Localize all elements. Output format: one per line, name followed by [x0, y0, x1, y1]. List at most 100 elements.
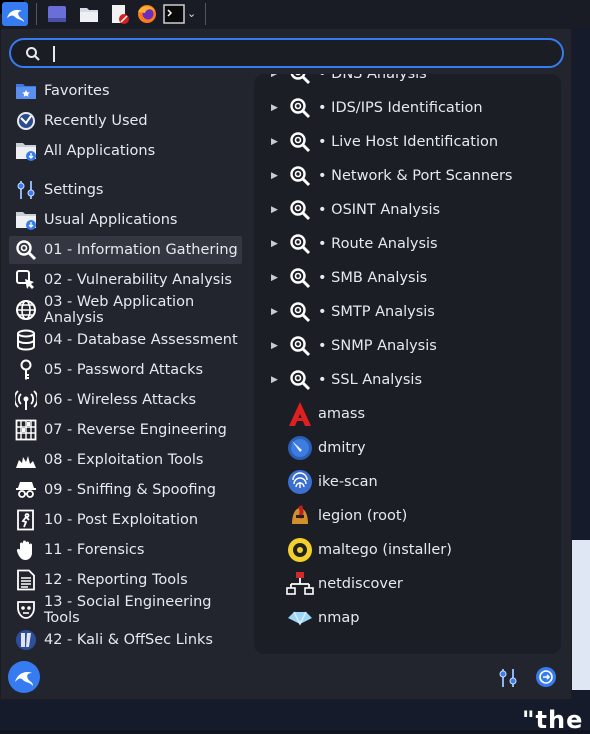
- submenu-network-port-scanners[interactable]: ▶ • Network & Port Scanners: [254, 159, 561, 193]
- app-label: maltego (installer): [318, 542, 452, 558]
- app-label: • Network & Port Scanners: [318, 168, 513, 184]
- app-dmitry[interactable]: dmitry: [254, 431, 561, 465]
- search-input[interactable]: [9, 38, 564, 68]
- expand-arrow-icon[interactable]: ▶: [271, 239, 280, 249]
- category-wireless-attacks[interactable]: 06 - Wireless Attacks: [9, 386, 242, 414]
- expand-arrow-icon[interactable]: ▶: [271, 137, 280, 147]
- submenu-dns-analysis[interactable]: ▶ • DNS Analysis: [254, 74, 561, 91]
- settings-sliders-icon[interactable]: [498, 667, 518, 689]
- submenu-ssl-analysis[interactable]: ▶ • SSL Analysis: [254, 363, 561, 397]
- category-label: 08 - Exploitation Tools: [44, 452, 204, 468]
- submenu-route-analysis[interactable]: ▶ • Route Analysis: [254, 227, 561, 261]
- expand-arrow-icon[interactable]: ▶: [271, 103, 280, 113]
- category-social-engineering-tools[interactable]: 13 - Social Engineering Tools: [9, 594, 242, 626]
- kali-user-icon[interactable]: [8, 661, 40, 693]
- bug-icon: [15, 269, 37, 291]
- star-folder-icon: [15, 80, 37, 102]
- category-web-application-analysis[interactable]: 03 - Web Application Analysis: [9, 294, 242, 326]
- category-recently-used[interactable]: Recently Used: [9, 107, 242, 135]
- category-favorites[interactable]: Favorites: [9, 77, 242, 105]
- category-exploitation-tools[interactable]: 08 - Exploitation Tools: [9, 446, 242, 474]
- settings-sliders-icon: [15, 179, 37, 201]
- app-netdiscover[interactable]: netdiscover: [254, 567, 561, 601]
- submenu-osint-analysis[interactable]: ▶ • OSINT Analysis: [254, 193, 561, 227]
- category-information-gathering[interactable]: 01 - Information Gathering: [9, 236, 242, 264]
- grid-icon: [15, 419, 37, 441]
- magnifier-icon: [286, 74, 314, 88]
- database-icon: [15, 329, 37, 351]
- category-label: Favorites: [44, 83, 110, 99]
- category-vulnerability-analysis[interactable]: 02 - Vulnerability Analysis: [9, 266, 242, 294]
- submenu-live-host-identification[interactable]: ▶ • Live Host Identification: [254, 125, 561, 159]
- show-desktop-icon[interactable]: [46, 3, 68, 25]
- magnifier-icon: [286, 128, 314, 156]
- category-label: 01 - Information Gathering: [44, 242, 238, 258]
- category-label: Settings: [44, 182, 104, 198]
- file-manager-icon[interactable]: [78, 3, 100, 25]
- expand-arrow-icon[interactable]: ▶: [271, 74, 280, 79]
- globe-icon: [15, 299, 37, 321]
- wallpaper-shape: [570, 540, 590, 690]
- magnifier-icon: [286, 298, 314, 326]
- kali-menu-button[interactable]: [2, 2, 28, 26]
- category-post-exploitation[interactable]: 10 - Post Exploitation: [9, 506, 242, 534]
- network-icon: [286, 570, 314, 598]
- helmet-icon: [286, 502, 314, 530]
- expand-arrow-icon[interactable]: ▶: [271, 375, 280, 385]
- magnifier-icon: [286, 332, 314, 360]
- category-settings[interactable]: Settings: [9, 176, 242, 204]
- category-reverse-engineering[interactable]: 07 - Reverse Engineering: [9, 416, 242, 444]
- magnifier-icon: [286, 366, 314, 394]
- door-icon: [15, 509, 37, 531]
- category-label: 09 - Sniffing & Spoofing: [44, 482, 216, 498]
- app-label: netdiscover: [318, 576, 403, 592]
- app-label: • SMB Analysis: [318, 270, 428, 286]
- expand-arrow-icon[interactable]: ▶: [271, 273, 280, 283]
- category-sniffing-spoofing[interactable]: 09 - Sniffing & Spoofing: [9, 476, 242, 504]
- submenu-snmp-analysis[interactable]: ▶ • SNMP Analysis: [254, 329, 561, 363]
- expand-arrow-icon[interactable]: ▶: [271, 341, 280, 351]
- fingerprint-icon: [286, 468, 314, 496]
- app-nmap[interactable]: nmap: [254, 601, 561, 635]
- submenu-smb-analysis[interactable]: ▶ • SMB Analysis: [254, 261, 561, 295]
- text-cursor: [53, 46, 55, 62]
- app-label: • Route Analysis: [318, 236, 438, 252]
- app-label: ike-scan: [318, 474, 378, 490]
- app-ike-scan[interactable]: ike-scan: [254, 465, 561, 499]
- app-label: • SMTP Analysis: [318, 304, 435, 320]
- firefox-icon[interactable]: [136, 3, 158, 25]
- app-amass[interactable]: amass: [254, 397, 561, 431]
- text-editor-icon[interactable]: [108, 3, 130, 25]
- category-kali-offsec-links[interactable]: 42 - Kali & OffSec Links: [9, 626, 242, 654]
- explosion-icon: [15, 449, 37, 471]
- submenu-ids-ips-identification[interactable]: ▶ • IDS/IPS Identification: [254, 91, 561, 125]
- expand-arrow-icon[interactable]: ▶: [271, 171, 280, 181]
- category-label: 06 - Wireless Attacks: [44, 392, 197, 408]
- category-label: Recently Used: [44, 113, 148, 129]
- app-legion-root[interactable]: legion (root): [254, 499, 561, 533]
- magnifier-icon: [286, 162, 314, 190]
- category-label: 04 - Database Assessment: [44, 332, 238, 348]
- logout-icon[interactable]: [536, 667, 556, 687]
- app-maltego-installer[interactable]: maltego (installer): [254, 533, 561, 567]
- terminal-icon[interactable]: [163, 3, 185, 25]
- folder-icon: [15, 209, 37, 231]
- category-label: 11 - Forensics: [44, 542, 145, 558]
- category-database-assessment[interactable]: 04 - Database Assessment: [9, 326, 242, 354]
- category-usual-applications[interactable]: Usual Applications: [9, 206, 242, 234]
- expand-arrow-icon[interactable]: ▶: [271, 307, 280, 317]
- app-label: • DNS Analysis: [318, 74, 427, 82]
- category-forensics[interactable]: 11 - Forensics: [9, 536, 242, 564]
- magnifier-icon: [15, 239, 37, 261]
- category-password-attacks[interactable]: 05 - Password Attacks: [9, 356, 242, 384]
- category-reporting-tools[interactable]: 12 - Reporting Tools: [9, 566, 242, 594]
- magnifier-icon: [286, 230, 314, 258]
- category-all-applications[interactable]: All Applications: [9, 137, 242, 165]
- category-label: 13 - Social Engineering Tools: [44, 594, 212, 626]
- expand-arrow-icon[interactable]: ▶: [271, 205, 280, 215]
- submenu-smtp-analysis[interactable]: ▶ • SMTP Analysis: [254, 295, 561, 329]
- chevron-down-icon[interactable]: ⌄: [187, 3, 199, 25]
- taskbar-separator: [205, 3, 206, 25]
- spy-icon: [15, 479, 37, 501]
- magnifier-icon: [286, 94, 314, 122]
